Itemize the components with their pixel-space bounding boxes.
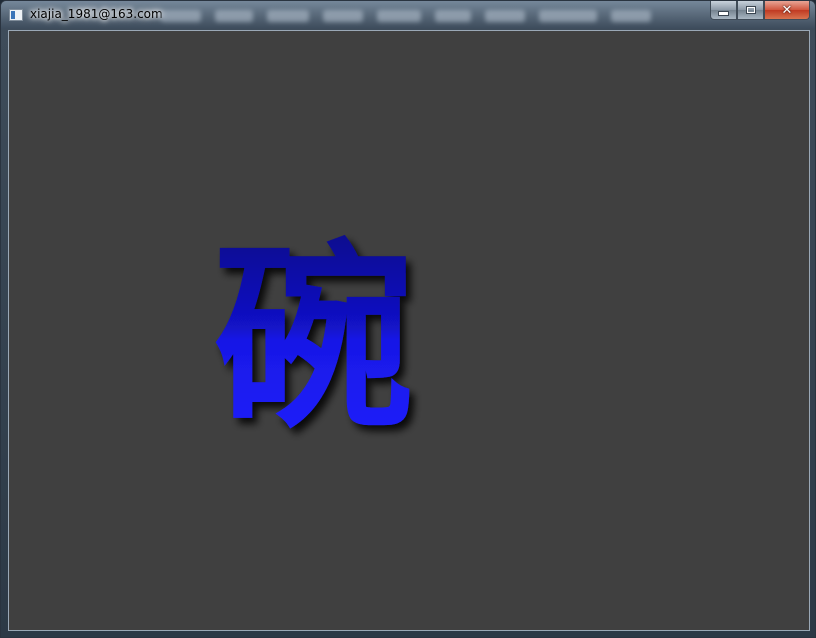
minimize-button[interactable] bbox=[710, 1, 737, 20]
blurred-background-taskbar bbox=[161, 7, 701, 25]
maximize-button[interactable] bbox=[737, 1, 764, 20]
rendered-glyph: 碗 bbox=[214, 223, 414, 456]
window-title: xiajia_1981@163.com bbox=[30, 7, 163, 21]
app-icon[interactable] bbox=[9, 9, 23, 21]
glyph-render-surface: 碗 bbox=[214, 223, 414, 456]
close-button[interactable]: ✕ bbox=[764, 1, 810, 20]
render-canvas[interactable]: 碗 bbox=[8, 30, 810, 631]
app-window: xiajia_1981@163.com ✕ 碗 bbox=[0, 0, 816, 638]
minimize-icon bbox=[718, 10, 729, 16]
maximize-icon bbox=[745, 6, 756, 14]
caption-buttons: ✕ bbox=[710, 1, 810, 20]
close-icon: ✕ bbox=[781, 2, 793, 18]
title-bar[interactable]: xiajia_1981@163.com ✕ bbox=[1, 1, 815, 29]
